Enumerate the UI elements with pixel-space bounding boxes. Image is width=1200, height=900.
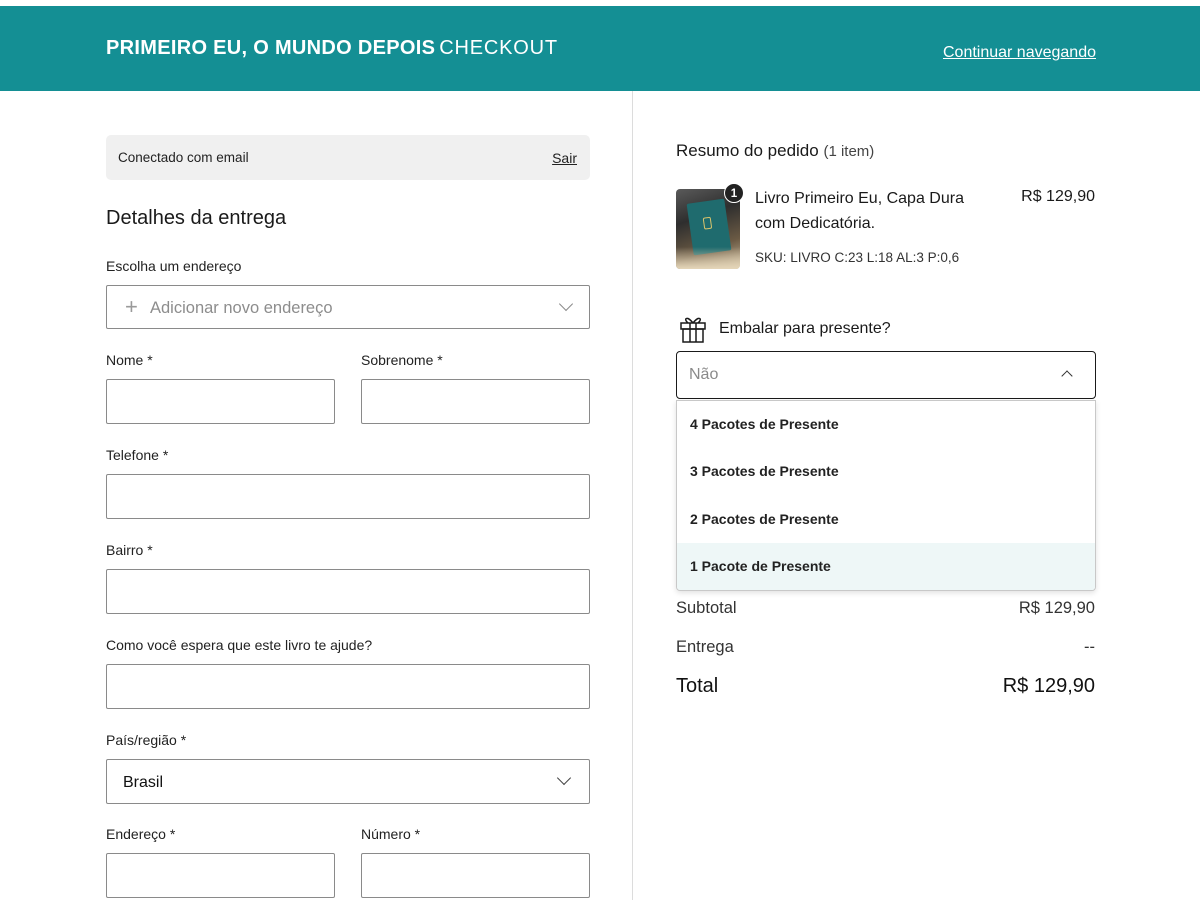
country-value: Brasil bbox=[123, 774, 164, 791]
first-name-label: Nome * bbox=[106, 352, 153, 368]
number-input[interactable] bbox=[362, 854, 589, 897]
gift-wrap-label: Embalar para presente? bbox=[719, 320, 891, 337]
phone-label: Telefone * bbox=[106, 447, 169, 463]
phone-field[interactable] bbox=[106, 474, 590, 519]
continue-browsing-link[interactable]: Continuar navegando bbox=[943, 44, 1096, 62]
phone-input[interactable] bbox=[107, 475, 589, 518]
country-select[interactable]: Brasil bbox=[106, 759, 590, 804]
brand-title: PRIMEIRO EU, O MUNDO DEPOIS CHECKOUT bbox=[106, 37, 558, 60]
gift-option-3[interactable]: 3 Pacotes de Presente bbox=[677, 448, 1095, 495]
product-sku: SKU: LIVRO C:23 L:18 AL:3 P:0,6 bbox=[755, 250, 960, 265]
store-name: PRIMEIRO EU, O MUNDO DEPOIS bbox=[106, 37, 436, 59]
subtotal-label: Subtotal bbox=[676, 599, 737, 617]
last-name-input[interactable] bbox=[362, 380, 589, 423]
district-label: Bairro * bbox=[106, 542, 153, 558]
gift-wrap-select[interactable]: Não bbox=[676, 351, 1096, 399]
chevron-down-icon bbox=[556, 770, 572, 786]
book-question-label: Como você espera que este livro te ajude… bbox=[106, 637, 373, 653]
subtotal-value: R$ 129,90 bbox=[1018, 599, 1095, 617]
first-name-input[interactable] bbox=[107, 380, 334, 423]
checkout-header: PRIMEIRO EU, O MUNDO DEPOIS CHECKOUT Cont… bbox=[0, 6, 1200, 91]
country-label: País/região * bbox=[106, 732, 187, 748]
gift-wrap-value: Não bbox=[689, 366, 719, 383]
last-name-label: Sobrenome * bbox=[361, 352, 443, 368]
chevron-up-icon bbox=[1061, 370, 1073, 382]
gift-icon bbox=[680, 317, 706, 343]
gift-wrap-options: 4 Pacotes de Presente 3 Pacotes de Prese… bbox=[676, 400, 1096, 591]
item-count: (1 item) bbox=[823, 143, 875, 160]
chevron-down-icon bbox=[558, 296, 574, 312]
total-value: R$ 129,90 bbox=[1002, 675, 1095, 697]
product-name: Livro Primeiro Eu, Capa Dura com Dedicat… bbox=[755, 190, 964, 232]
street-label: Endereço * bbox=[106, 826, 176, 842]
number-field[interactable] bbox=[361, 853, 590, 898]
total-label: Total bbox=[676, 675, 719, 697]
delivery-details-title: Detalhes da entrega bbox=[106, 207, 287, 229]
order-summary-title: Resumo do pedido (1 item) bbox=[676, 141, 874, 161]
number-label: Número * bbox=[361, 826, 421, 842]
street-input[interactable] bbox=[107, 854, 334, 897]
plus-icon: + bbox=[125, 294, 138, 319]
address-choice-label: Escolha um endereço bbox=[106, 258, 242, 274]
book-emblem bbox=[702, 216, 713, 230]
book-question-input[interactable] bbox=[107, 665, 589, 708]
address-select[interactable]: + Adicionar novo endereço bbox=[106, 285, 590, 329]
column-divider bbox=[632, 91, 633, 900]
first-name-field[interactable] bbox=[106, 379, 335, 424]
delivery-fee-label: Entrega bbox=[676, 638, 734, 656]
address-placeholder: Adicionar novo endereço bbox=[150, 299, 333, 317]
logged-in-text: Conectado com email bbox=[118, 150, 249, 165]
gift-option-1[interactable]: 1 Pacote de Presente bbox=[677, 543, 1095, 590]
thumbnail-fabric bbox=[676, 247, 740, 269]
delivery-fee-value: -- bbox=[1084, 638, 1095, 656]
district-field[interactable] bbox=[106, 569, 590, 614]
checkout-label: CHECKOUT bbox=[439, 37, 558, 59]
street-field[interactable] bbox=[106, 853, 335, 898]
gift-option-2[interactable]: 2 Pacotes de Presente bbox=[677, 496, 1095, 543]
logged-in-banner: Conectado com email Sair bbox=[106, 135, 590, 180]
gift-option-4[interactable]: 4 Pacotes de Presente bbox=[677, 401, 1095, 448]
last-name-field[interactable] bbox=[361, 379, 590, 424]
order-summary-heading: Resumo do pedido bbox=[676, 141, 819, 160]
logout-link[interactable]: Sair bbox=[552, 150, 577, 166]
district-input[interactable] bbox=[107, 570, 589, 613]
product-price: R$ 129,90 bbox=[1021, 188, 1095, 205]
quantity-badge: 1 bbox=[724, 183, 744, 203]
book-question-field[interactable] bbox=[106, 664, 590, 709]
